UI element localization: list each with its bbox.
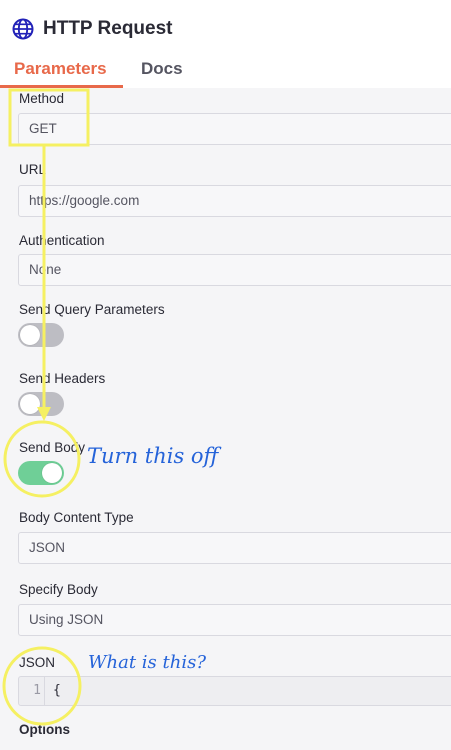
send-body-toggle[interactable]: [18, 461, 64, 485]
line-number: 1: [19, 677, 45, 705]
url-input[interactable]: https://google.com: [18, 185, 451, 217]
body-content-type-label: Body Content Type: [19, 510, 134, 525]
authentication-select[interactable]: None: [18, 254, 451, 286]
tab-docs[interactable]: Docs: [141, 55, 183, 88]
send-headers-label: Send Headers: [19, 371, 106, 386]
toggle-knob: [20, 394, 40, 414]
json-code-editor[interactable]: 1 {: [18, 676, 451, 706]
toggle-knob: [20, 325, 40, 345]
send-query-parameters-label: Send Query Parameters: [19, 302, 165, 317]
specify-body-label: Specify Body: [19, 582, 98, 597]
send-headers-toggle[interactable]: [18, 392, 64, 416]
node-title: HTTP Request: [43, 18, 173, 39]
options-label: Options: [19, 722, 70, 737]
tab-parameters[interactable]: Parameters: [0, 55, 123, 88]
toggle-knob: [42, 463, 62, 483]
method-select[interactable]: GET: [18, 113, 451, 145]
authentication-label: Authentication: [19, 233, 105, 248]
globe-icon: [12, 18, 34, 40]
json-label: JSON: [19, 655, 56, 670]
code-line: {: [53, 683, 61, 698]
tab-bar: Parameters Docs: [0, 55, 183, 88]
send-body-label: Send Body: [19, 440, 86, 455]
annotation-what-is-this: What is this?: [88, 652, 206, 673]
title-row: HTTP Request: [12, 18, 173, 40]
send-query-parameters-toggle[interactable]: [18, 323, 64, 347]
annotation-turn-off: Turn this off: [87, 444, 219, 468]
method-label: Method: [19, 91, 65, 106]
specify-body-select[interactable]: Using JSON: [18, 604, 451, 636]
body-content-type-select[interactable]: JSON: [18, 532, 451, 564]
url-label: URL: [19, 162, 47, 177]
node-header: HTTP Request Parameters Docs: [0, 0, 451, 88]
